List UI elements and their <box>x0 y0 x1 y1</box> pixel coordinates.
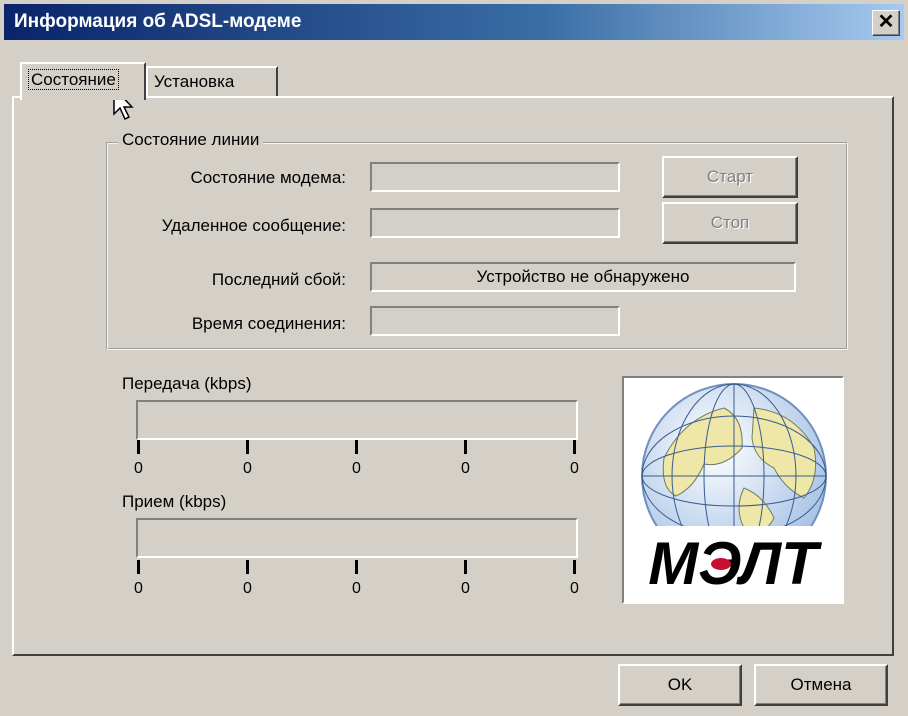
connection-time-field <box>370 306 620 336</box>
last-failure-field: Устройство не обнаружено <box>370 262 796 292</box>
start-button[interactable]: Старт <box>662 156 798 198</box>
receive-tick <box>573 560 576 574</box>
logo-text: МЭЛТ <box>648 530 822 597</box>
tab-status-label: Состояние <box>28 69 119 90</box>
modem-state-field <box>370 162 620 192</box>
close-icon: ✕ <box>877 11 895 33</box>
receive-tick-label: 0 <box>243 580 252 597</box>
receive-tick <box>246 560 249 574</box>
transmit-label: Передача (kbps) <box>122 374 252 393</box>
transmit-tick <box>573 440 576 454</box>
remote-message-field <box>370 208 620 238</box>
window-title: Информация об ADSL-модеме <box>14 11 302 32</box>
transmit-meter <box>136 400 578 440</box>
transmit-tick-label: 0 <box>570 460 579 477</box>
modem-state-label: Состояние модема: <box>190 168 346 187</box>
receive-label: Прием (kbps) <box>122 492 227 511</box>
transmit-tick-label: 0 <box>243 460 252 477</box>
transmit-tick-label: 0 <box>134 460 143 477</box>
melt-logo: МЭЛТ <box>622 376 844 604</box>
globe-icon: МЭЛТ <box>624 383 842 602</box>
transmit-tick <box>246 440 249 454</box>
transmit-tick <box>137 440 140 454</box>
connection-time-label: Время соединения: <box>191 314 346 333</box>
tab-settings-label: Установка <box>154 72 235 91</box>
transmit-tick <box>464 440 467 454</box>
tab-settings[interactable]: Установка <box>146 66 278 96</box>
transmit-tick-label: 0 <box>461 460 470 477</box>
receive-meter <box>136 518 578 558</box>
cancel-button[interactable]: Отмена <box>754 664 888 706</box>
receive-tick-label: 0 <box>134 580 143 597</box>
tab-status[interactable]: Состояние <box>20 62 146 100</box>
adsl-info-dialog: Информация об ADSL-модеме ✕ Состояние Ус… <box>0 0 908 716</box>
stop-button[interactable]: Стоп <box>662 202 798 244</box>
receive-tick-label: 0 <box>352 580 361 597</box>
transmit-tick <box>355 440 358 454</box>
logo-red-dot <box>711 558 731 570</box>
receive-tick-label: 0 <box>461 580 470 597</box>
close-button[interactable]: ✕ <box>872 10 900 36</box>
last-failure-label: Последний сбой: <box>211 270 346 289</box>
title-bar[interactable]: Информация об ADSL-модеме ✕ <box>4 4 904 40</box>
line-status-group-title: Состояние линии <box>118 130 264 150</box>
ok-button[interactable]: OK <box>618 664 742 706</box>
remote-message-label: Удаленное сообщение: <box>161 216 346 235</box>
transmit-tick-label: 0 <box>352 460 361 477</box>
receive-tick <box>464 560 467 574</box>
receive-tick <box>355 560 358 574</box>
receive-tick <box>137 560 140 574</box>
receive-tick-label: 0 <box>570 580 579 597</box>
